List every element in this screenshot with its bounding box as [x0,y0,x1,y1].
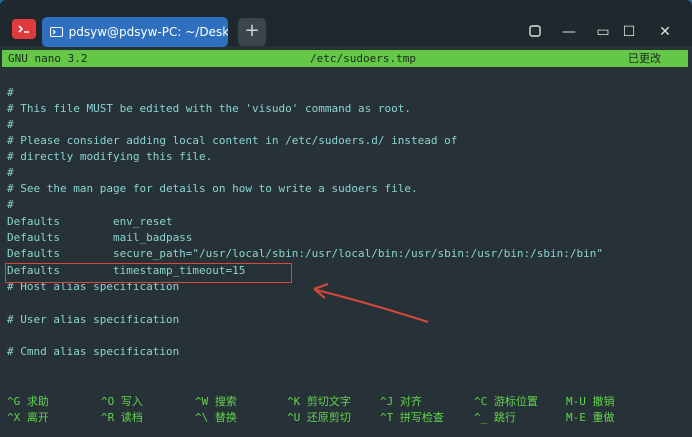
editor-line: # See the man page for details on how to… [7,182,418,195]
nano-status-bar: GNU nano 3.2 /etc/sudoers.tmp 已更改 [2,50,688,67]
editor-line: # [7,166,14,179]
shortcut-replace[interactable]: ^\ 替换 [195,410,237,426]
editor-line: # directly modifying this file. [7,150,213,163]
editor-line: # User alias specification [7,313,180,326]
close-button[interactable]: ✕ [656,24,674,40]
shortcut-cut[interactable]: ^K 剪切文字 [287,394,351,410]
minimize-button[interactable]: — [560,24,578,40]
shortcut-redo[interactable]: M-E 重做 [566,410,615,426]
shortcut-write[interactable]: ^O 写入 [101,394,143,410]
terminal-tab-icon [50,27,63,37]
title-bar: pdsyw@pdsyw-PC: ~/Desktop + — ▭ ☐ ✕ [0,0,692,47]
editor-line: Defaults secure_path="/usr/local/sbin:/u… [7,247,604,260]
settings-icon[interactable] [526,24,544,40]
modified-indicator: 已更改 [628,52,661,65]
tab-terminal[interactable]: pdsyw@pdsyw-PC: ~/Desktop [42,17,228,47]
file-name: /etc/sudoers.tmp [310,52,416,65]
highlight-box [5,263,292,283]
editor-line: # [7,118,14,131]
terminal-content[interactable]: GNU nano 3.2 /etc/sudoers.tmp 已更改 # # Th… [0,48,692,437]
shortcut-cursor-pos[interactable]: ^C 游标位置 [474,394,538,410]
editor-line: Defaults env_reset [7,215,173,228]
shortcut-undo[interactable]: M-U 撤销 [566,394,615,410]
restore-button[interactable]: ▭ [594,24,612,40]
editor-line: # [7,86,14,99]
editor-line: # Cmnd alias specification [7,345,180,358]
editor-line: Defaults mail_badpass [7,231,193,244]
editor-line: # [7,198,14,211]
editor-line: # This file MUST be edited with the 'vis… [7,102,411,115]
terminal-app-icon[interactable] [12,19,36,39]
shortcut-justify[interactable]: ^J 对齐 [380,394,422,410]
shortcut-spell[interactable]: ^T 拼写检查 [380,410,444,426]
shortcut-uncut[interactable]: ^U 还原剪切 [287,410,351,426]
shortcut-search[interactable]: ^W 搜索 [195,394,237,410]
shortcut-read[interactable]: ^R 读档 [101,410,143,426]
new-tab-button[interactable]: + [238,18,266,46]
nano-version: GNU nano 3.2 [8,52,88,65]
annotation-arrow-icon [313,283,429,323]
shortcut-goto-line[interactable]: ^_ 跳行 [474,410,516,426]
shortcut-exit[interactable]: ^X 离开 [7,410,49,426]
editor-line: # Please consider adding local content i… [7,134,458,147]
terminal-window: pdsyw@pdsyw-PC: ~/Desktop + — ▭ ☐ ✕ GNU … [0,0,692,437]
tab-title: pdsyw@pdsyw-PC: ~/Desktop [68,25,228,39]
maximize-button[interactable]: ☐ [620,24,638,40]
shortcut-help[interactable]: ^G 求助 [7,394,49,410]
